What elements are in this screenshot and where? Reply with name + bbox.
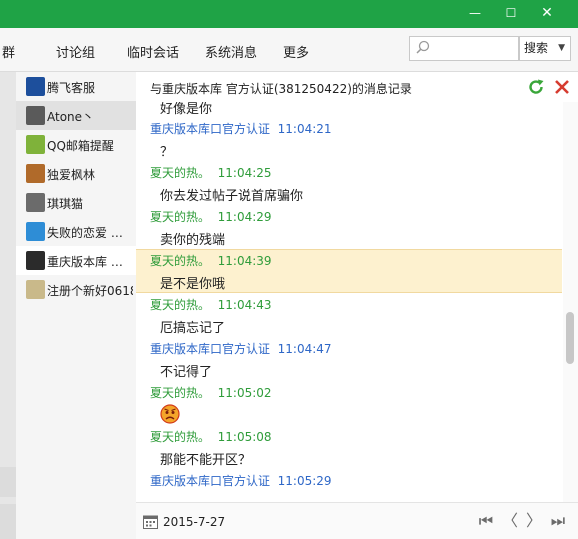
contact-name: 腾飞客服 [47, 81, 96, 95]
contact-name: 重庆版本库 … [47, 255, 123, 269]
message-header: 夏天的热。 11:04:25 [150, 164, 272, 181]
message-text: 厄搞忘记了 [160, 321, 226, 336]
scrollbar[interactable] [563, 102, 578, 502]
message-sender: 夏天的热。 [150, 210, 211, 224]
search-icon [416, 40, 430, 54]
minimize-button[interactable]: — [465, 4, 485, 22]
contact-list: 腾飞客服 Atone丶 QQ邮箱提醒 独爱枫林琪琪猫失败的恋爱 … 重庆版本库 … 注册个… [16, 72, 136, 539]
contact-item[interactable]: 独爱枫林 [16, 159, 136, 188]
left-strip-band [0, 504, 16, 539]
message-time: 11:04:29 [217, 210, 272, 224]
chat-title: 与重庆版本库 官方认证(381250422)的消息记录 [150, 82, 412, 96]
chat-footer: 2015-7-27 ⏮ 〈 〉 ⏭ [136, 502, 578, 539]
maximize-button[interactable]: ☐ [501, 4, 521, 22]
message-text: 你去发过帖子说首席骗你 [160, 189, 304, 204]
message-text: 好像是你 [160, 102, 213, 117]
contact-item[interactable]: 失败的恋爱 … [16, 217, 136, 246]
message-time: 11:04:43 [217, 298, 272, 312]
contact-item[interactable]: 腾飞客服 [16, 72, 136, 101]
calendar-icon[interactable] [143, 514, 158, 529]
title-bar: — ☐ ✕ [0, 0, 578, 28]
tab-system-messages[interactable]: 系统消息 [205, 42, 257, 61]
scrollbar-thumb[interactable] [566, 312, 574, 364]
history-date: 2015-7-27 [163, 515, 226, 529]
message-text: 是不是你哦 [160, 277, 226, 292]
tab-bar: 群 讨论组 临时会话 系统消息 更多 搜索 ▼ [0, 28, 578, 72]
search-button-label: 搜索 [524, 41, 549, 55]
message-text: 卖你的残端 [160, 233, 226, 248]
message-header: 夏天的热。 11:04:39 [150, 252, 272, 269]
tab-temp-sessions[interactable]: 临时会话 [127, 42, 179, 61]
prev-page-button[interactable]: 〈 [500, 512, 520, 530]
contact-name: 失败的恋爱 … [47, 226, 123, 240]
message-header: 夏天的热。 11:04:29 [150, 208, 272, 225]
search-button[interactable]: 搜索 ▼ [519, 36, 571, 61]
message-sender: 夏天的热。 [150, 386, 211, 400]
avatar [26, 222, 45, 241]
chat-header: 与重庆版本库 官方认证(381250422)的消息记录 [136, 72, 578, 102]
next-page-button[interactable]: 〉 [524, 512, 544, 530]
contact-name: 独爱枫林 [47, 168, 96, 182]
avatar [26, 164, 45, 183]
message-sender: 重庆版本库口官方认证 [150, 474, 271, 488]
tab-more[interactable]: 更多 [283, 42, 309, 61]
message-header: 夏天的热。 11:05:02 [150, 384, 272, 401]
message-time: 11:04:21 [277, 122, 332, 136]
contact-item[interactable]: 重庆版本库 … [16, 246, 136, 275]
tab-discussions[interactable]: 讨论组 [56, 42, 95, 61]
contact-name: QQ邮箱提醒 [47, 139, 114, 153]
message-list[interactable]: 好像是你 重庆版本库口官方认证 11:04:21 ？ 夏天的热。 11:04:25 你… [136, 102, 562, 502]
message-sender: 夏天的热。 [150, 298, 211, 312]
message-header: 重庆版本库口官方认证 11:04:21 [150, 120, 332, 137]
avatar [26, 135, 45, 154]
avatar [26, 77, 45, 96]
message-sender: 夏天的热。 [150, 254, 211, 268]
close-icon[interactable] [553, 78, 571, 96]
message-time: 11:05:29 [277, 474, 332, 488]
message-header: 重庆版本库口官方认证 11:04:47 [150, 340, 332, 357]
message-header: 夏天的热。 11:04:43 [150, 296, 272, 313]
contact-item[interactable]: 琪琪猫 [16, 188, 136, 217]
angry-face-icon [160, 404, 180, 428]
first-page-button[interactable]: ⏮ [476, 512, 496, 530]
message-sender: 夏天的热。 [150, 430, 211, 444]
close-window-button[interactable]: ✕ [537, 4, 557, 22]
chevron-down-icon: ▼ [558, 43, 565, 53]
contact-item[interactable]: Atone丶 [16, 101, 136, 130]
left-strip-band [0, 467, 16, 497]
tab-groups[interactable]: 群 [2, 42, 15, 61]
chat-history-pane: 与重庆版本库 官方认证(381250422)的消息记录 好像是你 重庆版本库口官… [136, 72, 578, 539]
refresh-icon[interactable] [527, 78, 545, 96]
message-time: 11:05:08 [217, 430, 272, 444]
message-header: 夏天的热。 11:05:08 [150, 428, 272, 445]
message-time: 11:04:47 [277, 342, 332, 356]
contact-item[interactable]: 注册个新好0618 [16, 275, 136, 304]
message-time: 11:05:02 [217, 386, 272, 400]
avatar [26, 106, 45, 125]
contact-name: 注册个新好0618 [47, 284, 133, 298]
message-header: 重庆版本库口官方认证 11:05:29 [150, 472, 332, 489]
message-sender: 重庆版本库口官方认证 [150, 342, 271, 356]
avatar [26, 251, 45, 270]
message-text: 不记得了 [160, 365, 213, 380]
last-page-button[interactable]: ⏭ [548, 512, 568, 530]
message-text: 那能不能开区？ [160, 453, 252, 468]
message-time: 11:04:39 [217, 254, 272, 268]
avatar [26, 193, 45, 212]
avatar [26, 280, 45, 299]
message-time: 11:04:25 [217, 166, 272, 180]
message-text: ？ [160, 145, 174, 160]
contact-name: 琪琪猫 [47, 197, 84, 211]
message-sender: 夏天的热。 [150, 166, 211, 180]
contact-name: Atone丶 [47, 110, 95, 124]
message-sender: 重庆版本库口官方认证 [150, 122, 271, 136]
left-strip [0, 72, 16, 539]
contact-item[interactable]: QQ邮箱提醒 [16, 130, 136, 159]
